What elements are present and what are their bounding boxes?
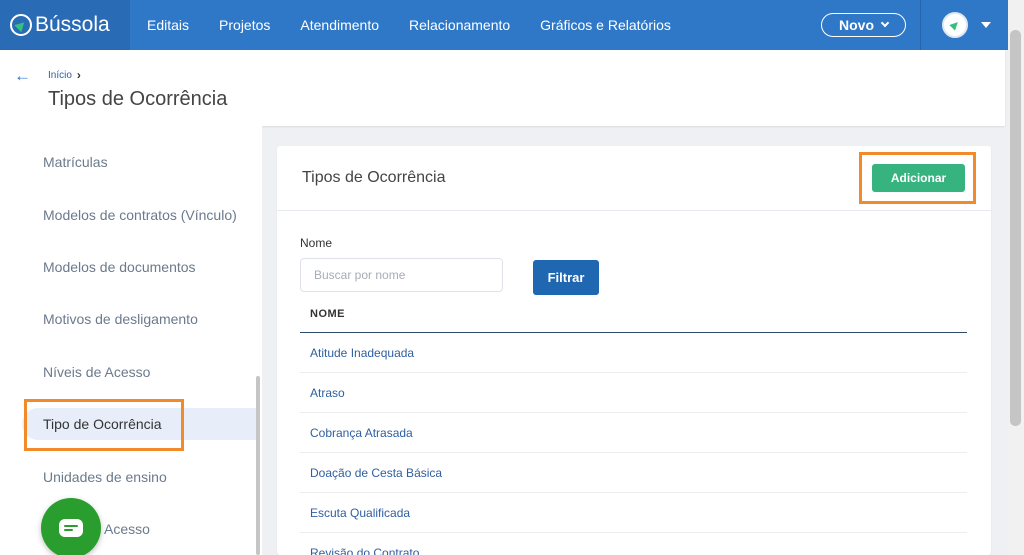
content-card: Tipos de Ocorrência Adicionar Nome Filtr…: [277, 146, 991, 555]
filter-button[interactable]: Filtrar: [533, 260, 599, 295]
sidebar-scrollbar[interactable]: [256, 376, 260, 555]
app-logo[interactable]: Bússola: [0, 0, 130, 50]
sidebar-item-modelos-documentos[interactable]: Modelos de documentos: [43, 259, 196, 275]
card-title: Tipos de Ocorrência: [302, 169, 446, 186]
chat-icon: [59, 519, 83, 537]
table-row[interactable]: Atraso: [300, 373, 967, 413]
search-by-name-input[interactable]: [300, 258, 503, 292]
sidebar-item-motivos-desligamento[interactable]: Motivos de desligamento: [43, 311, 198, 327]
compass-icon: [10, 14, 32, 36]
sidebar: [0, 126, 262, 555]
page-title: Tipos de Ocorrência: [48, 88, 228, 110]
table-row[interactable]: Revisão do Contrato: [300, 533, 967, 555]
nav-item-editais[interactable]: Editais: [132, 0, 204, 50]
sidebar-item-acesso[interactable]: Acesso: [104, 521, 150, 537]
sidebar-item-matriculas[interactable]: Matrículas: [43, 154, 108, 170]
nav-item-atendimento[interactable]: Atendimento: [285, 0, 394, 50]
table-header-nome: NOME: [300, 296, 967, 333]
caret-down-icon[interactable]: [981, 22, 991, 28]
main-nav: Editais Projetos Atendimento Relacioname…: [132, 0, 686, 50]
table-row[interactable]: Escuta Qualificada: [300, 493, 967, 533]
occurrence-types-table: NOME Atitude Inadequada Atraso Cobrança …: [300, 296, 967, 555]
novo-label: Novo: [839, 17, 874, 33]
table-row[interactable]: Doação de Cesta Básica: [300, 453, 967, 493]
table-row[interactable]: Cobrança Atrasada: [300, 413, 967, 453]
breadcrumb-home[interactable]: Início: [48, 70, 72, 81]
compass-icon: [949, 19, 961, 31]
sidebar-item-modelos-contratos[interactable]: Modelos de contratos (Vínculo): [43, 207, 237, 223]
add-button-highlight-box: [859, 152, 976, 204]
sidebar-item-niveis-acesso[interactable]: Níveis de Acesso: [43, 364, 150, 380]
novo-button[interactable]: Novo: [821, 13, 906, 37]
nav-item-graficos-relatorios[interactable]: Gráficos e Relatórios: [525, 0, 686, 50]
nav-item-projetos[interactable]: Projetos: [204, 0, 285, 50]
page-scrollbar-thumb[interactable]: [1010, 30, 1021, 426]
chat-button[interactable]: [41, 498, 101, 555]
sidebar-item-unidades-ensino[interactable]: Unidades de ensino: [43, 469, 167, 485]
breadcrumb-separator: ›: [76, 68, 81, 82]
back-arrow-icon[interactable]: ←: [14, 66, 31, 86]
sidebar-highlight-box: [24, 399, 184, 451]
breadcrumb: Início ›: [48, 68, 81, 82]
app-name: Bússola: [35, 13, 110, 36]
table-row[interactable]: Atitude Inadequada: [300, 333, 967, 373]
chevron-down-icon: [880, 18, 890, 28]
name-field-label: Nome: [300, 236, 333, 250]
card-divider: [277, 210, 991, 211]
nav-divider: [920, 0, 921, 50]
page-header: ← Início › Tipos de Ocorrência: [0, 50, 1005, 126]
nav-item-relacionamento[interactable]: Relacionamento: [394, 0, 525, 50]
user-avatar[interactable]: [942, 12, 968, 38]
